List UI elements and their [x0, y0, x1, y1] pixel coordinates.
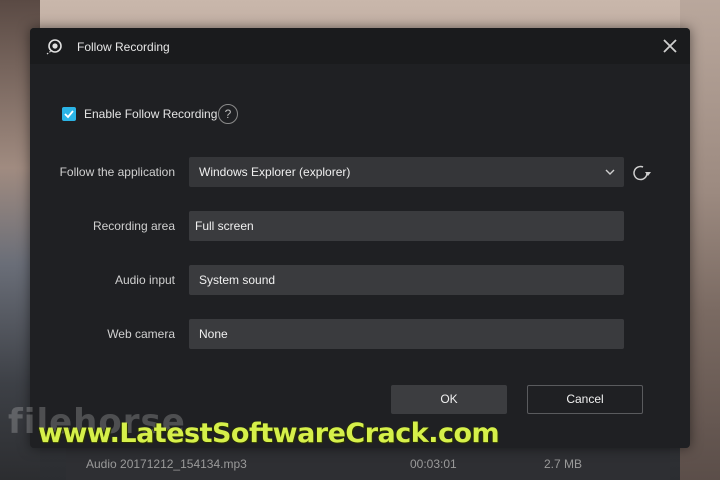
help-icon[interactable]: ?	[218, 104, 238, 124]
audio-input-field[interactable]: System sound	[189, 265, 624, 295]
background-file-list-row: Audio 20171212_154134.mp3 00:03:01 2.7 M…	[66, 448, 670, 480]
follow-recording-dialog: Follow Recording Enable Follow Recording…	[30, 28, 690, 448]
application-label: Follow the application	[59, 165, 175, 179]
chevron-down-icon	[605, 169, 615, 175]
application-dropdown[interactable]: Windows Explorer (explorer)	[189, 157, 624, 187]
recording-area-value: Full screen	[195, 219, 254, 233]
dialog-title: Follow Recording	[77, 40, 170, 54]
close-icon[interactable]	[658, 34, 682, 58]
file-duration: 00:03:01	[410, 457, 457, 471]
application-value: Windows Explorer (explorer)	[199, 165, 351, 179]
recording-area-label: Recording area	[92, 219, 175, 233]
enable-follow-recording-label[interactable]: Enable Follow Recording	[84, 107, 217, 121]
site-watermark: www.LatestSoftwareCrack.com	[38, 418, 500, 449]
record-target-icon	[46, 39, 62, 55]
audio-input-label: Audio input	[114, 273, 175, 287]
enable-follow-recording-checkbox[interactable]	[62, 107, 76, 121]
cancel-button[interactable]: Cancel	[527, 385, 643, 414]
ok-button[interactable]: OK	[391, 385, 507, 414]
web-camera-field[interactable]: None	[189, 319, 624, 349]
audio-input-value: System sound	[199, 273, 276, 287]
recording-area-field[interactable]: Full screen	[189, 211, 624, 241]
web-camera-label: Web camera	[107, 327, 175, 341]
refresh-icon[interactable]	[630, 162, 652, 184]
checkmark-icon	[64, 110, 74, 119]
web-camera-value: None	[199, 327, 228, 341]
file-size: 2.7 MB	[544, 457, 583, 471]
file-name: Audio 20171212_154134.mp3	[86, 457, 247, 471]
dialog-titlebar: Follow Recording	[30, 28, 690, 64]
